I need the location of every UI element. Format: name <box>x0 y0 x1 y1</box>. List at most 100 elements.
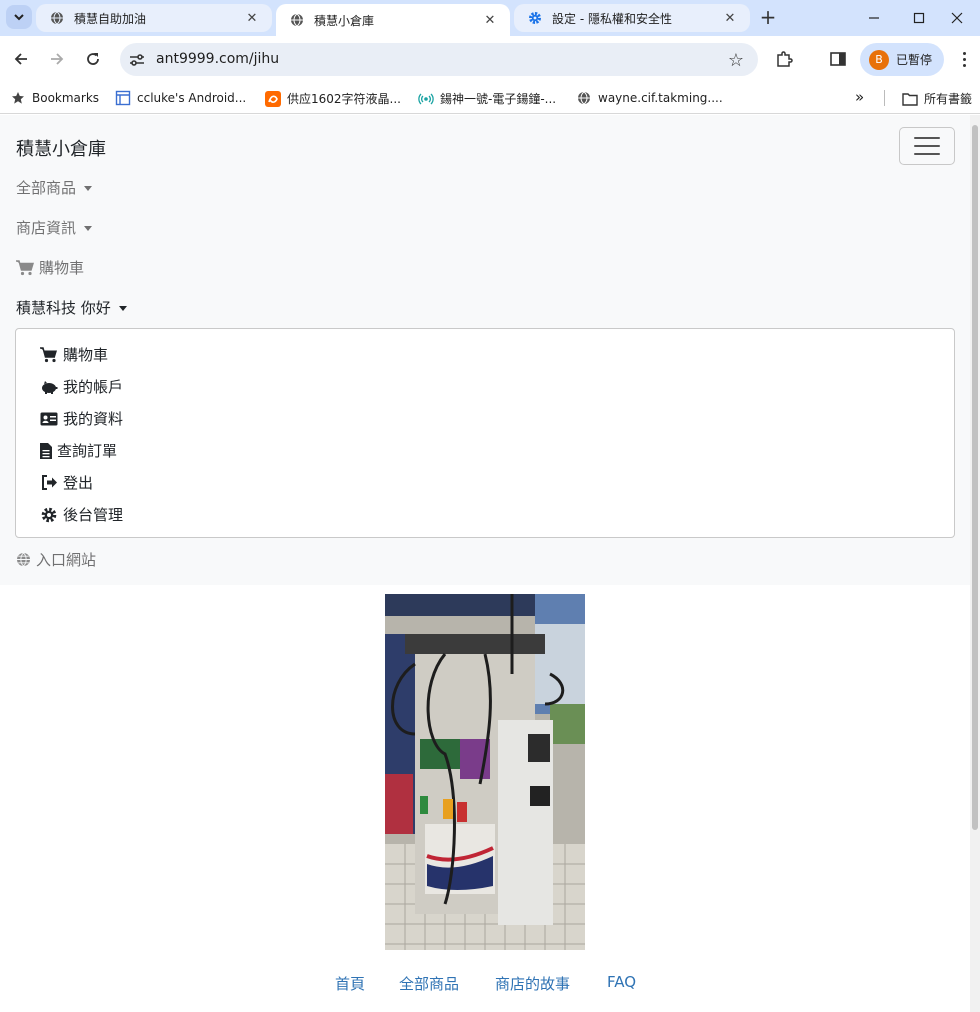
profile-status: 已暫停 <box>896 53 933 67</box>
caret-down-icon <box>84 226 93 231</box>
back-button[interactable] <box>10 48 32 70</box>
footer-link-store-story[interactable]: 商店的故事 <box>495 973 570 994</box>
page-viewport: 積慧小倉庫 全部商品 商店資訊 購物車 積慧科技 你好 購物車 我的帳戶 我的資… <box>0 115 980 1012</box>
maximize-icon <box>913 12 925 24</box>
site-navbar: 積慧小倉庫 全部商品 商店資訊 購物車 積慧科技 你好 購物車 我的帳戶 我的資… <box>0 115 970 585</box>
globe-icon <box>290 13 304 27</box>
menu-item-label: 我的資料 <box>63 410 124 428</box>
caret-down-icon <box>84 186 93 191</box>
id-card-icon <box>40 411 58 427</box>
globe-icon <box>16 552 31 567</box>
all-bookmarks-button[interactable]: 所有書籤 <box>902 90 972 107</box>
bookmark-item[interactable]: Bookmarks <box>10 90 99 106</box>
address-bar[interactable]: ant9999.com/jihu ☆ <box>120 43 758 76</box>
nav-all-products-dropdown[interactable]: 全部商品 <box>16 177 93 198</box>
extensions-icon[interactable] <box>774 49 794 69</box>
menu-item-label: 我的帳戶 <box>63 378 124 396</box>
bookmark-label: 鍚神一號-電子鍚鐘-... <box>440 92 557 106</box>
menu-item-label: 後台管理 <box>63 506 124 524</box>
bookmarks-overflow-button[interactable]: » <box>855 88 864 106</box>
bookmark-item[interactable]: 鍚神一號-電子鍚鐘-... <box>418 90 556 107</box>
nav-label: 入口網站 <box>36 551 97 569</box>
url-text[interactable]: ant9999.com/jihu <box>156 51 279 67</box>
side-panel-icon[interactable] <box>828 49 848 69</box>
folder-icon <box>902 91 918 107</box>
gear-icon <box>528 11 542 25</box>
close-icon[interactable]: ✕ <box>722 10 738 26</box>
bookmark-item[interactable]: wayne.cif.takming.... <box>576 90 723 106</box>
navbar-toggler-button[interactable] <box>899 127 955 165</box>
footer-link-home[interactable]: 首頁 <box>335 973 365 994</box>
bookmark-label: ccluke's Android... <box>137 91 247 105</box>
bookmark-item[interactable]: 供应1602字符液晶... <box>265 90 401 107</box>
menu-item-account[interactable]: 我的帳戶 <box>40 376 123 397</box>
menu-item-cart[interactable]: 購物車 <box>40 344 108 365</box>
reload-icon <box>87 53 99 65</box>
site-settings-icon[interactable] <box>128 51 146 69</box>
menu-item-label: 購物車 <box>63 346 109 364</box>
nav-label: 全部商品 <box>16 179 77 197</box>
reload-button[interactable] <box>82 48 104 70</box>
bookmark-label: Bookmarks <box>32 91 100 105</box>
avatar: B <box>869 49 889 70</box>
bookmark-label: wayne.cif.takming.... <box>598 91 723 105</box>
nav-label: 積慧科技 你好 <box>16 299 111 317</box>
tab-search-button[interactable] <box>6 5 32 29</box>
user-dropdown-menu: 購物車 我的帳戶 我的資料 查詢訂單 登出 後台管理 <box>15 328 955 538</box>
tab-settings-privacy[interactable]: 設定 - 隱私權和安全性 ✕ <box>514 4 750 32</box>
piggy-bank-icon <box>40 379 58 395</box>
cog-icon <box>40 507 58 523</box>
footer-link-faq[interactable]: FAQ <box>607 973 636 991</box>
tab-title: 積慧自助加油 <box>74 11 147 26</box>
footer-link-all-products[interactable]: 全部商品 <box>399 973 459 994</box>
nav-cart-link[interactable]: 購物車 <box>16 257 84 278</box>
tab-jihu-fuel[interactable]: 積慧自助加油 ✕ <box>36 4 272 32</box>
nav-store-info-dropdown[interactable]: 商店資訊 <box>16 217 93 238</box>
arrow-left-icon <box>14 53 27 65</box>
new-tab-button[interactable]: + <box>758 7 778 28</box>
divider <box>884 90 885 106</box>
nav-user-dropdown[interactable]: 積慧科技 你好 <box>16 297 127 318</box>
radio-icon <box>418 91 434 107</box>
more-menu-icon[interactable] <box>956 48 972 70</box>
toolbar: ant9999.com/jihu ☆ B 已暫停 <box>0 36 980 82</box>
globe-icon <box>50 11 64 25</box>
menu-item-label: 查詢訂單 <box>57 442 118 460</box>
globe-icon <box>576 90 592 106</box>
close-icon[interactable]: ✕ <box>482 12 498 28</box>
bookmark-item[interactable]: ccluke's Android... <box>115 90 246 106</box>
minimize-button[interactable] <box>851 5 897 31</box>
close-icon[interactable]: ✕ <box>244 10 260 26</box>
forward-button[interactable] <box>46 48 68 70</box>
menu-item-label: 登出 <box>63 474 94 492</box>
menu-item-logout[interactable]: 登出 <box>40 472 93 493</box>
site-brand[interactable]: 積慧小倉庫 <box>16 135 106 161</box>
tab-title: 設定 - 隱私權和安全性 <box>552 11 672 26</box>
arrow-right-icon <box>51 53 64 65</box>
menu-item-profile[interactable]: 我的資料 <box>40 408 123 429</box>
menu-item-admin[interactable]: 後台管理 <box>40 504 123 525</box>
fuel-pump-photo <box>385 594 585 950</box>
star-icon <box>10 90 26 106</box>
minimize-icon <box>869 17 879 19</box>
footer-nav: 首頁 全部商品 商店的故事 FAQ <box>0 971 970 995</box>
bookmark-star-icon[interactable]: ☆ <box>728 50 744 71</box>
nav-label: 商店資訊 <box>16 219 77 237</box>
tab-title: 積慧小倉庫 <box>314 13 375 28</box>
page-scrollbar[interactable] <box>970 115 980 1012</box>
page-icon <box>115 90 131 106</box>
file-icon <box>40 442 52 459</box>
close-window-button[interactable] <box>934 5 980 31</box>
close-icon <box>951 12 963 24</box>
profile-button[interactable]: B 已暫停 <box>860 43 944 76</box>
cart-icon <box>16 259 34 276</box>
all-bookmarks-label: 所有書籤 <box>924 92 973 106</box>
alibaba-icon <box>265 90 281 107</box>
nav-label: 購物車 <box>39 259 85 277</box>
menu-item-orders[interactable]: 查詢訂單 <box>40 440 117 461</box>
tab-jihu-store[interactable]: 積慧小倉庫 ✕ <box>276 4 510 36</box>
nav-portal-link[interactable]: 入口網站 <box>16 549 96 570</box>
scrollbar-thumb[interactable] <box>972 125 978 830</box>
bookmarks-bar: Bookmarks ccluke's Android... 供应1602字符液晶… <box>0 82 980 114</box>
cart-icon <box>40 346 58 363</box>
